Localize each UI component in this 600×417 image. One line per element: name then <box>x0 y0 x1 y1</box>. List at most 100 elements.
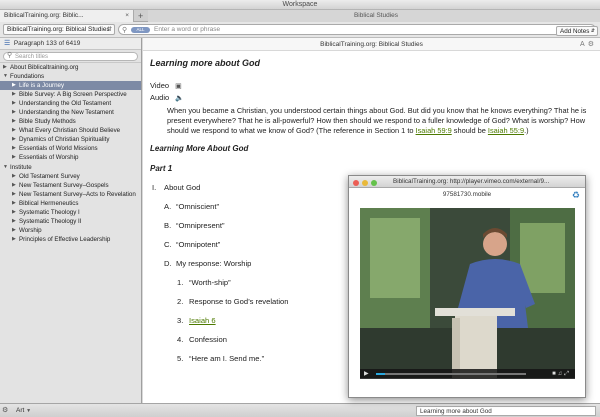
font-size-icon[interactable]: A <box>580 41 588 48</box>
video-frame[interactable] <box>360 208 575 378</box>
search-placeholder: Enter a word or phrase <box>154 26 221 33</box>
resource-select-label: BiblicalTraining.org: Biblical Studies <box>7 26 110 33</box>
tab-biblical-training[interactable]: BiblicalTraining.org: Biblic... × <box>0 10 134 22</box>
sidebar-item[interactable]: ▶ Life is a Journey <box>0 81 141 91</box>
sidebar-item[interactable]: ▶ Old Testament Survey <box>0 172 141 181</box>
sidebar-item-label: Institute <box>10 163 32 171</box>
sidebar-item[interactable]: ▶ Dynamics of Christian Spirituality <box>0 135 141 144</box>
sidebar-item[interactable]: ▶ What Every Christian Should Believe <box>0 126 141 135</box>
sidebar-item[interactable]: ▶ Biblical Hermeneutics <box>0 199 141 208</box>
article-title: Learning more about God <box>150 58 261 68</box>
disclosure-closed-icon[interactable]: ▶ <box>12 235 16 244</box>
video-progress-bar[interactable] <box>376 373 526 375</box>
toolbar: BiblicalTraining.org: Biblical Studies ⇵… <box>0 22 600 38</box>
sidebar-item-label: About Biblicaltraining.org <box>10 64 79 71</box>
disclosure-closed-icon[interactable]: ▶ <box>12 108 16 117</box>
outline-label: Confession <box>189 335 227 344</box>
search-scope-pill[interactable]: ALL <box>131 27 150 33</box>
disclosure-open-icon[interactable]: ▼ <box>3 72 8 81</box>
disclosure-closed-icon[interactable]: ▶ <box>12 226 16 235</box>
gear-icon[interactable]: ⚙ <box>2 406 8 414</box>
disclosure-closed-icon[interactable]: ▶ <box>12 208 16 217</box>
new-tab-button[interactable]: + <box>136 10 148 22</box>
outline-label: “Omnipresent” <box>176 221 225 230</box>
chevron-down-icon: ▼ <box>26 408 32 414</box>
disclosure-closed-icon[interactable]: ▶ <box>12 172 16 181</box>
sidebar-item[interactable]: ▶ Principles of Effective Leadership <box>0 235 141 244</box>
disclosure-closed-icon[interactable]: ▶ <box>12 81 16 90</box>
sidebar-item-label: New Testament Survey–Acts to Revelation <box>19 190 136 198</box>
disclosure-closed-icon[interactable]: ▶ <box>12 99 16 108</box>
outline-number: B. <box>164 221 172 230</box>
sidebar-item[interactable]: ▶ New Testament Survey–Gospels <box>0 181 141 190</box>
disclosure-closed-icon[interactable]: ▶ <box>12 135 16 144</box>
sidebar-item[interactable]: ▶ Understanding the New Testament <box>0 108 141 117</box>
sidebar-header: ☰ Paragraph 133 of 6419 <box>0 38 141 50</box>
share-icon[interactable]: ♻ <box>572 190 580 201</box>
video-frame-image <box>360 208 575 378</box>
outline-label: “Omniscient” <box>176 202 220 211</box>
art-selector[interactable]: Art ▼ <box>16 404 31 417</box>
sidebar-item-label: Understanding the New Testament <box>19 109 114 117</box>
para-text-3: .) <box>524 126 529 135</box>
sidebar-item-label: New Testament Survey–Gospels <box>19 181 109 189</box>
list-icon[interactable]: ☰ <box>4 38 12 50</box>
sidebar-item[interactable]: ▶ Essentials of Worship <box>0 153 141 162</box>
disclosure-open-icon[interactable]: ▼ <box>3 163 8 172</box>
sidebar-item[interactable]: ▶ Bible Survey: A Big Screen Perspective <box>0 90 141 99</box>
sidebar-item[interactable]: ▶ Understanding the Old Testament <box>0 99 141 108</box>
isaiah-55-9-link[interactable]: Isaiah 55:9 <box>488 126 524 135</box>
add-notes-button[interactable]: Add Notes ⇵ <box>556 26 598 36</box>
isaiah-59-9-link[interactable]: Isaiah 59:9 <box>416 126 452 135</box>
outline-number: D. <box>164 259 172 268</box>
search-field[interactable]: ⚲ ALL Enter a word or phrase <box>118 24 596 35</box>
sidebar-item[interactable]: ▼ Institute <box>0 163 141 172</box>
disclosure-closed-icon[interactable]: ▶ <box>12 181 16 190</box>
sidebar-item-label: Bible Study Methods <box>19 118 76 126</box>
video-row[interactable]: Video ▣ <box>150 80 590 92</box>
video-filename: 97581730.mobile <box>349 188 585 201</box>
close-window-icon[interactable] <box>353 180 359 186</box>
sidebar-item-label: Understanding the Old Testament <box>19 100 112 108</box>
resource-select[interactable]: BiblicalTraining.org: Biblical Studies ⇵ <box>3 24 115 35</box>
add-notes-label: Add Notes <box>560 28 590 35</box>
video-popup-window[interactable]: BiblicalTraining.org: http://player.vime… <box>348 175 586 398</box>
outline-number: 4. <box>177 335 184 344</box>
minimize-window-icon[interactable] <box>362 180 368 186</box>
speaker-icon[interactable]: 🔈 <box>175 93 184 105</box>
settings-gear-icon[interactable]: ⚙ <box>588 41 597 48</box>
zoom-window-icon[interactable] <box>371 180 377 186</box>
sidebar-item[interactable]: ▶ Essentials of World Missions <box>0 144 141 153</box>
disclosure-closed-icon[interactable]: ▶ <box>12 199 16 208</box>
disclosure-closed-icon[interactable]: ▶ <box>12 217 16 226</box>
disclosure-closed-icon[interactable]: ▶ <box>12 126 16 135</box>
tab-biblical-studies[interactable]: Biblical Studies <box>148 10 600 22</box>
isaiah-6-link[interactable]: Isaiah 6 <box>189 316 216 325</box>
sidebar-item[interactable]: ▶ Systematic Theology I <box>0 208 141 217</box>
tab-close-icon[interactable]: × <box>125 10 129 22</box>
search-icon: ⚲ <box>122 27 128 34</box>
sidebar-item[interactable]: ▶ About Biblicaltraining.org <box>0 63 141 72</box>
disclosure-closed-icon[interactable]: ▶ <box>12 144 16 153</box>
search-titles-input[interactable]: ⚲ Search titles <box>3 52 138 61</box>
sidebar-item[interactable]: ▶ Bible Study Methods <box>0 117 141 126</box>
window-controls <box>353 179 380 187</box>
sidebar-item[interactable]: ▼ Foundations <box>0 72 141 81</box>
play-icon[interactable]: ▶ <box>364 369 369 379</box>
audio-row[interactable]: Audio 🔈 <box>150 92 590 104</box>
outline-number: 2. <box>177 297 184 306</box>
sidebar-item[interactable]: ▶ New Testament Survey–Acts to Revelation <box>0 190 141 199</box>
fullscreen-icon[interactable]: ⤢ <box>564 371 571 377</box>
disclosure-closed-icon[interactable]: ▶ <box>12 117 16 126</box>
disclosure-closed-icon[interactable]: ▶ <box>12 190 16 199</box>
disclosure-closed-icon[interactable]: ▶ <box>12 90 16 99</box>
video-right-controls: ■♫⤢ <box>552 369 571 379</box>
disclosure-closed-icon[interactable]: ▶ <box>12 153 16 162</box>
reader-title: BiblicalTraining.org: Biblical Studies <box>320 41 423 48</box>
sidebar-item[interactable]: ▶ Systematic Theology II <box>0 217 141 226</box>
sidebar-item[interactable]: ▶ Worship <box>0 226 141 235</box>
disclosure-closed-icon[interactable]: ▶ <box>3 63 7 72</box>
chevron-updown-icon: ⇵ <box>590 28 595 34</box>
video-window-titlebar[interactable]: BiblicalTraining.org: http://player.vime… <box>349 176 585 188</box>
sidebar-item-label: Life is a Journey <box>19 82 65 90</box>
